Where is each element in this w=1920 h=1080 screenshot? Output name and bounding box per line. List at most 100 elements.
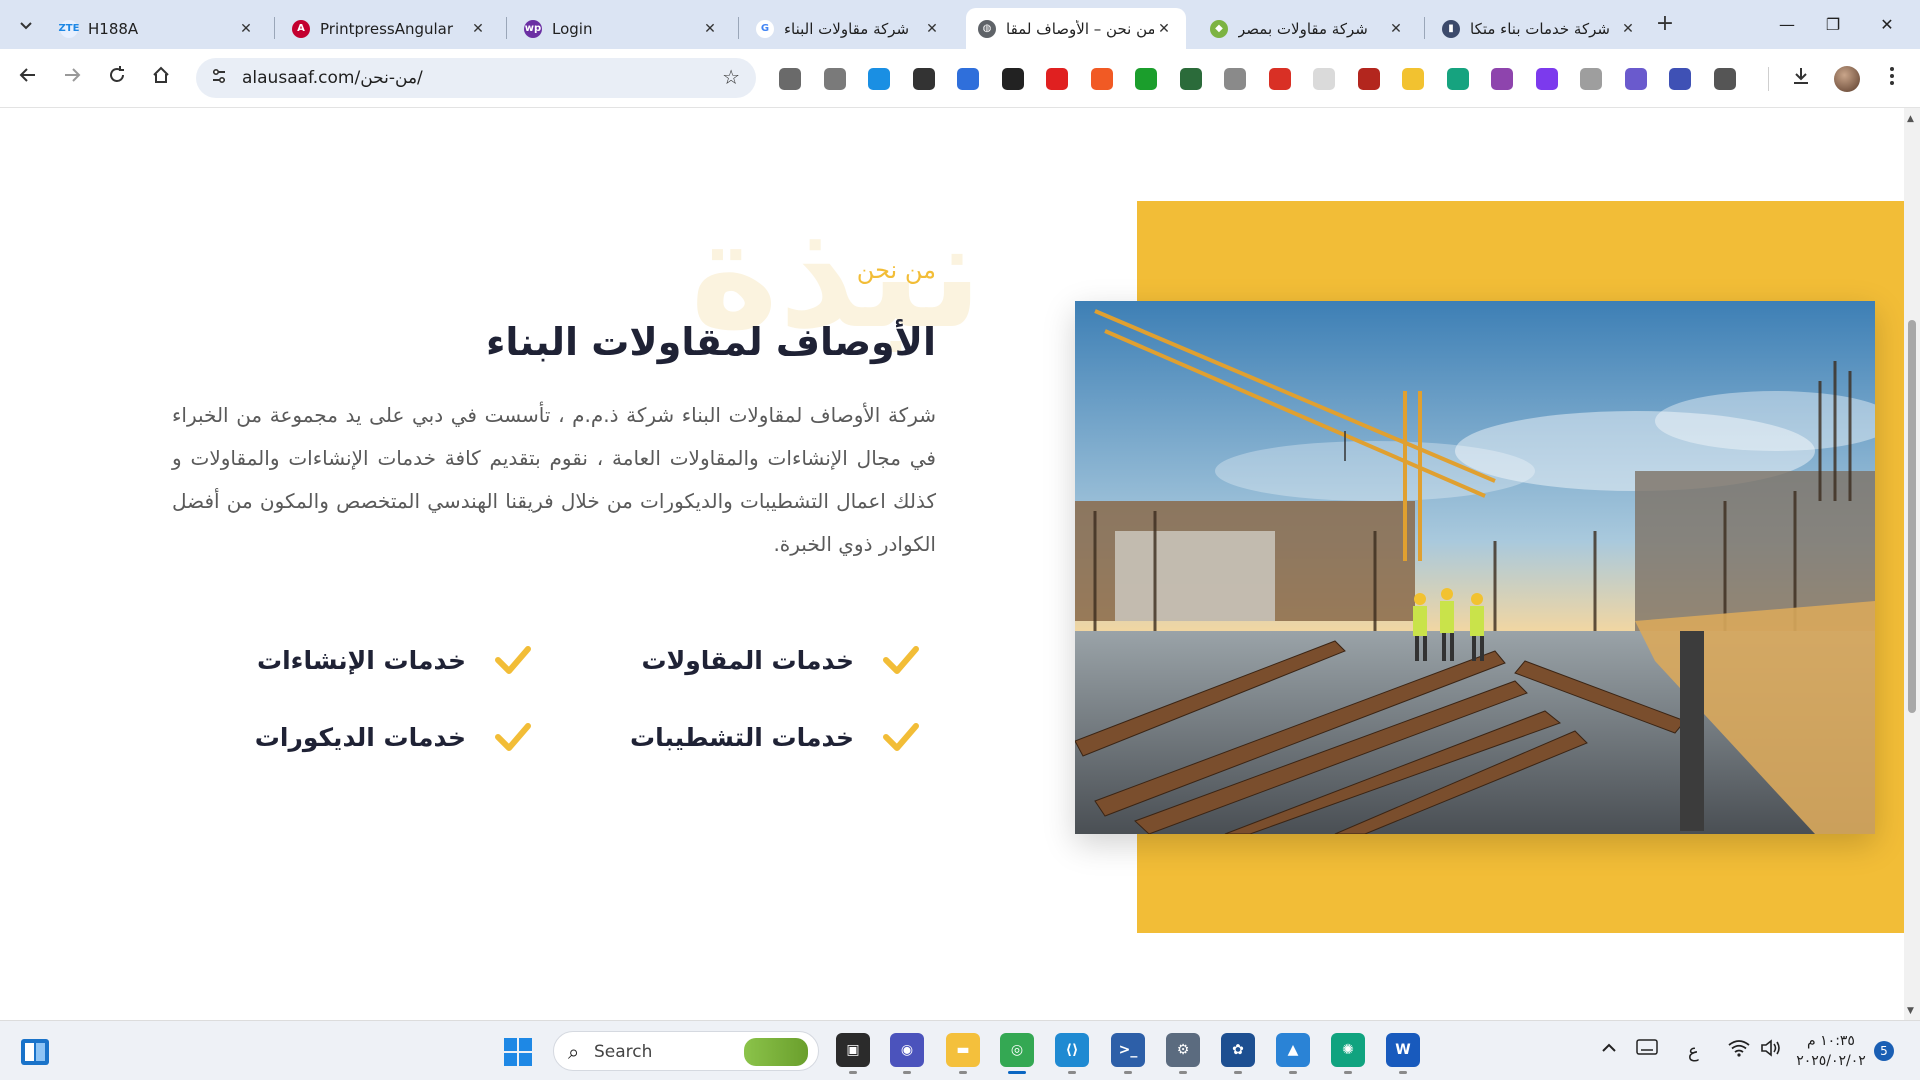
extension-icon[interactable] xyxy=(1580,68,1602,90)
chevron-up-icon xyxy=(1602,1043,1616,1052)
extension-icon[interactable] xyxy=(1135,68,1157,90)
reload-icon xyxy=(110,66,124,82)
tab-title: Login xyxy=(552,19,593,38)
extension-icon[interactable] xyxy=(1535,68,1558,90)
extension-icon[interactable] xyxy=(779,68,801,90)
extension-icon[interactable] xyxy=(1357,68,1380,90)
media-player-icon[interactable]: ✿ xyxy=(1221,1033,1255,1067)
tab-close-icon[interactable]: ✕ xyxy=(236,21,256,37)
show-hidden-icons-button[interactable] xyxy=(1600,1039,1618,1062)
browser-tab[interactable]: ZTE H188A ✕ xyxy=(48,8,268,49)
close-window-button[interactable]: ✕ xyxy=(1864,10,1910,40)
page-scrollbar[interactable]: ▲ ▼ xyxy=(1904,108,1920,1020)
file-explorer-icon[interactable]: ▬ xyxy=(946,1033,980,1067)
home-button[interactable] xyxy=(145,62,177,94)
browser-tab[interactable]: G شركة مقاولات البناء ✕ xyxy=(744,8,954,49)
tab-favicon-icon: ▮ xyxy=(1442,19,1460,38)
browser-tab[interactable]: ◍ من نحن – الأوصاف لمقا ✕ xyxy=(966,8,1186,49)
forward-button[interactable] xyxy=(56,62,88,94)
photos-icon[interactable]: ▲ xyxy=(1276,1033,1310,1067)
running-indicator xyxy=(1399,1071,1407,1074)
extension-icon[interactable] xyxy=(1402,68,1424,90)
extension-icon[interactable] xyxy=(1224,68,1246,90)
volume-icon[interactable] xyxy=(1760,1039,1782,1062)
bookmark-star-icon[interactable]: ☆ xyxy=(722,65,740,89)
scroll-thumb[interactable] xyxy=(1908,320,1916,713)
checkmark-icon xyxy=(495,646,531,674)
browser-tab[interactable]: ◆ شركة مقاولات بمصر ✕ xyxy=(1198,8,1418,49)
browser-tab[interactable]: A PrintpressAngular ✕ xyxy=(280,8,500,49)
search-icon: ⌕ xyxy=(568,1040,580,1064)
meet-icon[interactable]: ◉ xyxy=(890,1033,924,1067)
widgets-button[interactable] xyxy=(20,1038,50,1066)
service-label: خدمات الإنشاءات xyxy=(256,645,466,675)
windows-taskbar: ⌕ Search ▣ ◉ ▬ ◎ ⟨⟩ >_ ⚙ ✿ ▲ ✺ W ع ١٠:٣٥ م ٢٠٢٥/٠٢… xyxy=(0,1020,1920,1080)
keyboard-icon[interactable] xyxy=(1636,1039,1658,1060)
downloads-button[interactable] xyxy=(1785,63,1817,95)
reload-button[interactable] xyxy=(101,62,133,94)
extension-icon[interactable] xyxy=(868,68,890,90)
taskbar-search-placeholder: Search xyxy=(594,1042,653,1062)
powershell-icon[interactable]: >_ xyxy=(1111,1033,1145,1067)
site-settings-icon[interactable] xyxy=(208,67,230,89)
browser-menu-button[interactable] xyxy=(1876,63,1908,95)
system-clock[interactable]: ١٠:٣٥ م ٢٠٢٥/٠٢/٠٢ xyxy=(1786,1031,1876,1071)
vscode-icon[interactable]: ⟨⟩ xyxy=(1055,1033,1089,1067)
extension-icon[interactable] xyxy=(1313,68,1335,90)
minimize-button[interactable]: — xyxy=(1764,10,1810,40)
service-label: خدمات المقاولات xyxy=(641,645,854,675)
back-button[interactable] xyxy=(12,62,44,94)
extension-icon[interactable] xyxy=(957,68,979,90)
scroll-up-icon[interactable]: ▲ xyxy=(1907,114,1914,124)
extension-icon[interactable] xyxy=(912,68,935,90)
clock-time: ١٠:٣٥ م xyxy=(1807,1033,1855,1049)
extension-icon[interactable] xyxy=(1179,68,1202,90)
scroll-down-icon[interactable]: ▼ xyxy=(1907,1006,1914,1016)
tab-close-icon[interactable]: ✕ xyxy=(1618,21,1638,37)
tab-title: شركة خدمات بناء متكا xyxy=(1470,19,1610,38)
extension-icon[interactable] xyxy=(1268,68,1291,90)
tab-strip: ZTE H188A ✕ A PrintpressAngular ✕ wp Login ✕ G شرك… xyxy=(0,0,1920,49)
running-indicator xyxy=(1234,1071,1242,1074)
profile-avatar[interactable] xyxy=(1834,66,1860,92)
extension-icon[interactable] xyxy=(1090,68,1113,90)
wifi-icon[interactable] xyxy=(1728,1039,1750,1062)
address-bar[interactable]: alausaaf.com/من-نحن/ ☆ xyxy=(196,58,756,98)
extension-icon[interactable] xyxy=(823,68,846,90)
taskbar-search[interactable]: ⌕ Search xyxy=(553,1031,819,1071)
extension-icon[interactable] xyxy=(1046,68,1068,90)
tab-title: PrintpressAngular xyxy=(320,19,454,38)
notification-badge[interactable]: 5 xyxy=(1874,1041,1894,1061)
extension-icon[interactable] xyxy=(1669,68,1691,90)
start-button[interactable] xyxy=(504,1038,532,1066)
chrome-icon[interactable]: ◎ xyxy=(1000,1033,1034,1067)
browser-tab[interactable]: ▮ شركة خدمات بناء متكا ✕ xyxy=(1430,8,1650,49)
download-icon xyxy=(1794,68,1808,84)
checkmark-icon xyxy=(883,723,919,751)
extension-icon[interactable] xyxy=(1001,68,1024,90)
about-paragraph: شركة الأوصاف لمقاولات البناء شركة ذ.م.م … xyxy=(172,403,936,556)
tab-search-button[interactable] xyxy=(12,11,40,39)
new-tab-button[interactable]: + xyxy=(1651,11,1679,39)
extension-icon[interactable] xyxy=(1446,68,1469,90)
browser-tab[interactable]: wp Login ✕ xyxy=(512,8,732,49)
restore-button[interactable]: ❐ xyxy=(1810,10,1856,40)
tab-favicon-icon: A xyxy=(292,19,310,38)
settings-icon[interactable]: ⚙ xyxy=(1166,1033,1200,1067)
search-highlight-image xyxy=(744,1038,808,1066)
tab-close-icon[interactable]: ✕ xyxy=(922,21,942,37)
extension-icon[interactable] xyxy=(1624,68,1647,90)
input-language[interactable]: ع xyxy=(1688,1041,1699,1062)
chatgpt-icon[interactable]: ✺ xyxy=(1331,1033,1365,1067)
tab-close-icon[interactable]: ✕ xyxy=(700,21,720,37)
service-label: خدمات التشطيبات xyxy=(629,722,854,752)
tab-divider xyxy=(274,17,275,39)
extension-icon[interactable] xyxy=(1491,68,1513,90)
extension-icon[interactable] xyxy=(1713,68,1736,90)
widgets-icon xyxy=(21,1039,49,1065)
word-icon[interactable]: W xyxy=(1386,1033,1420,1067)
tab-close-icon[interactable]: ✕ xyxy=(1154,21,1174,37)
tab-close-icon[interactable]: ✕ xyxy=(1386,21,1406,37)
task-view-icon[interactable]: ▣ xyxy=(836,1033,870,1067)
tab-close-icon[interactable]: ✕ xyxy=(468,21,488,37)
